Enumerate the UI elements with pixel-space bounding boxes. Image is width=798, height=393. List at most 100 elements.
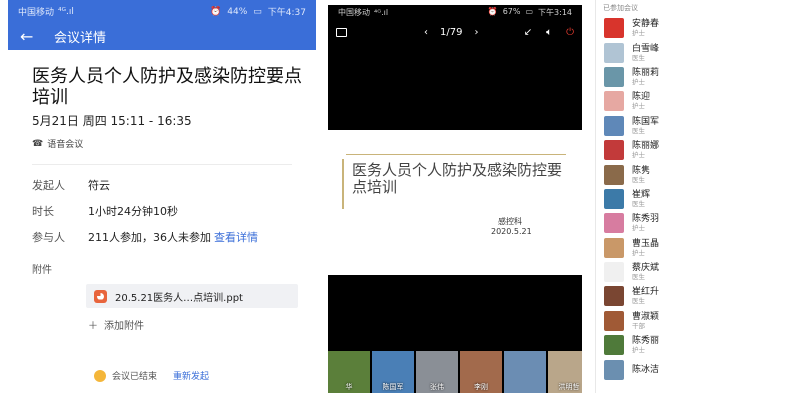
- participant-row[interactable]: 崔辉 医生: [596, 187, 793, 211]
- attachment-file[interactable]: 20.5.21医务人…点培训.ppt: [86, 284, 298, 308]
- participant-row[interactable]: 曹玉晶 护士: [596, 236, 793, 260]
- avatar: [604, 18, 624, 39]
- meeting-title: 医务人员个人防护及感染防控要点培训: [32, 66, 302, 108]
- signal-icon: ⁴ᴳ.ıl: [58, 6, 74, 17]
- avatar: [604, 310, 624, 331]
- avatar: [604, 115, 624, 136]
- participant-role: 医生: [632, 175, 645, 184]
- slide-rule-vertical: [342, 159, 344, 209]
- participant-thumbnail-name: 陈国军: [382, 383, 404, 391]
- participant-role: 医生: [632, 273, 645, 282]
- participant-thumbnail-name: 华: [345, 383, 353, 391]
- participant-name: 蔡庆斌: [632, 263, 660, 274]
- participant-name: 陈秀丽: [632, 336, 660, 347]
- avatar: [604, 359, 624, 380]
- participant-name: 陈丽娜: [632, 141, 660, 152]
- power-icon[interactable]: ⏻: [566, 27, 574, 38]
- meeting-detail-screen: 中国移动 ⁴ᴳ.ıl ⏰ 44% ▭ 下午4:37 ← 会议详情 医务人员个人防…: [8, 0, 316, 393]
- participant-row[interactable]: 陈丽娜 护士: [596, 138, 793, 162]
- battery-level: 44%: [227, 6, 248, 17]
- participant-name: 陈秀羽: [632, 214, 660, 225]
- avatar: [604, 164, 624, 185]
- back-arrow-icon[interactable]: ←: [20, 27, 42, 46]
- participant-thumbnail[interactable]: 张伟: [416, 351, 458, 393]
- participant-thumbnail[interactable]: [504, 351, 546, 393]
- participant-row[interactable]: 陈丽莉 护士: [596, 65, 793, 89]
- signal-icon: ⁴ᴳ.ıl: [374, 8, 389, 17]
- participant-name: 安静春: [632, 19, 660, 30]
- participant-name: 白雪峰: [632, 43, 660, 54]
- avatar: [604, 42, 624, 63]
- header-title: 会议详情: [54, 31, 107, 46]
- participant-role: 干部: [632, 321, 645, 330]
- participant-thumbnail[interactable]: 陈国军: [372, 351, 414, 393]
- slide-viewer-screen: 中国移动 ⁴ᴳ.ıl ⏰ 67% ▭ 下午3:14 ‹ 1/79 › ↙ 🔈︎ …: [328, 5, 582, 393]
- participant-row[interactable]: 陈冰洁: [596, 357, 793, 381]
- speaker-icon[interactable]: 🔈︎: [546, 27, 552, 38]
- participant-row[interactable]: 陈秀羽 护士: [596, 211, 793, 235]
- avatar: [604, 213, 624, 234]
- page-indicator: 1/79: [440, 26, 463, 38]
- participant-role: 护士: [632, 224, 645, 233]
- participant-row[interactable]: 白雪峰 医生: [596, 40, 793, 64]
- participant-list-screen: 已参加会议 安静春 护士 白雪峰 医生 陈丽莉 护士 陈迎 护士 陈国军 医生 陈丽娜 护士 陈隽 医生崔…: [595, 0, 793, 393]
- participants-value: 211人参加，36人未参加: [88, 231, 211, 244]
- screen-mirror-icon[interactable]: [336, 27, 347, 37]
- slide-rule-horizontal: [346, 154, 566, 155]
- attachment-label: 附件: [32, 265, 52, 276]
- participant-row[interactable]: 陈国军 医生: [596, 114, 793, 138]
- participant-row[interactable]: 安静春 护士: [596, 16, 793, 40]
- participant-name: 崔辉: [632, 189, 651, 200]
- participant-row[interactable]: 陈秀丽 护士: [596, 333, 793, 357]
- participant-thumbnail[interactable]: 李刚: [460, 351, 502, 393]
- viewer-toolbar: ‹ 1/79 › ↙ 🔈︎ ⏻: [328, 20, 582, 44]
- avatar: [604, 335, 624, 356]
- next-page-icon[interactable]: ›: [474, 27, 478, 38]
- participant-thumbnail-name: 张伟: [430, 383, 444, 391]
- view-details-link[interactable]: 查看详情: [214, 229, 258, 245]
- participant-row[interactable]: 崔红升 医生: [596, 284, 793, 308]
- meeting-ended-label: 会议已结束: [112, 372, 158, 382]
- slide-org: 感控科: [498, 217, 522, 226]
- clock: 下午4:37: [267, 8, 306, 18]
- participant-name: 陈迎: [632, 92, 651, 103]
- participant-name: 陈隽: [632, 165, 651, 176]
- meeting-type-label: 语音会议: [47, 140, 84, 150]
- participant-list: 安静春 护士 白雪峰 医生 陈丽莉 护士 陈迎 护士 陈国军 医生 陈丽娜 护士 陈隽 医生 崔辉 医生 陈秀羽…: [596, 16, 793, 382]
- participant-role: 医生: [632, 126, 645, 135]
- participant-video-strip: 华陈国军张伟李刚洪明哲南雪峰: [328, 351, 582, 393]
- divider: [32, 164, 292, 165]
- meeting-footer: 会议已结束 重新发起: [94, 369, 209, 382]
- participant-role: 医生: [632, 199, 645, 208]
- participant-row[interactable]: 陈迎 护士: [596, 89, 793, 113]
- organizer-value: 符云: [88, 179, 110, 192]
- restart-meeting-button[interactable]: 重新发起: [173, 369, 209, 382]
- add-attachment-button[interactable]: ＋ 添加附件: [88, 317, 316, 332]
- meeting-type: ☎ 语音会议: [32, 137, 316, 151]
- participant-row[interactable]: 曹淑颖 干部: [596, 309, 793, 333]
- prev-page-icon[interactable]: ‹: [424, 27, 428, 38]
- participant-name: 崔红升: [632, 287, 660, 298]
- avatar: [604, 91, 624, 112]
- avatar: [604, 140, 624, 161]
- participant-role: 护士: [632, 102, 645, 111]
- participant-name: 陈丽莉: [632, 67, 660, 78]
- meeting-ended-icon: [94, 369, 106, 382]
- participant-thumbnail[interactable]: 洪明哲: [548, 351, 582, 393]
- participant-list-header: 已参加会议: [603, 4, 638, 12]
- participant-role: 护士: [632, 29, 645, 38]
- duration-label: 时长: [32, 205, 54, 218]
- participant-role: 护士: [632, 346, 645, 355]
- participant-row[interactable]: 蔡庆斌 医生: [596, 260, 793, 284]
- participant-thumbnail[interactable]: 华: [328, 351, 370, 393]
- participant-row[interactable]: 陈隽 医生: [596, 162, 793, 186]
- minimize-icon[interactable]: ↙: [524, 27, 532, 38]
- phone-icon: ☎: [32, 138, 44, 149]
- attachment-name: 20.5.21医务人…点培训.ppt: [115, 292, 243, 304]
- participant-role: 护士: [632, 248, 645, 257]
- duration-value: 1小时24分钟10秒: [88, 205, 178, 218]
- avatar: [604, 237, 624, 258]
- meeting-time: 5月21日 周四 15:11 - 16:35: [32, 114, 192, 128]
- duration-row: 时长 1小时24分钟10秒: [32, 203, 316, 219]
- app-header: ← 会议详情: [8, 23, 316, 50]
